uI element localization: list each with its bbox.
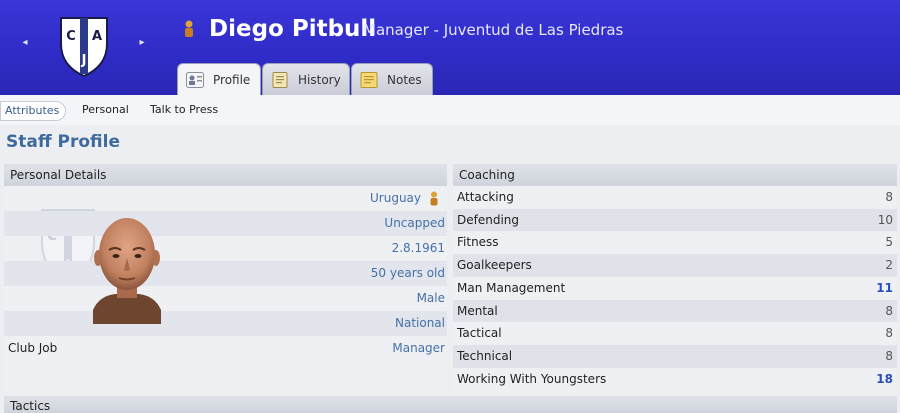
- tab-profile[interactable]: Profile: [177, 63, 261, 96]
- coaching-row: Defending 10: [453, 208, 897, 232]
- subnav-attributes[interactable]: Attributes: [0, 101, 67, 121]
- nationality-badge-icon: [430, 191, 438, 206]
- level-value: National: [394, 316, 445, 330]
- tab-notes[interactable]: Notes: [351, 63, 433, 95]
- coaching-row: Technical 8: [453, 344, 897, 368]
- coaching-attribute-label: Fitness: [457, 235, 499, 250]
- personal-details-header: Personal Details: [4, 164, 447, 186]
- club-job-row: Club Job Manager: [4, 336, 447, 361]
- notes-icon: [360, 71, 378, 88]
- coaching-attribute-value: 8: [885, 303, 893, 318]
- staff-face-avatar: [93, 218, 161, 324]
- coaching-panel: Coaching Attacking 8 Defending 10 Fitness 5 Go…: [453, 164, 897, 392]
- club-crest-icon: C A J: [60, 17, 108, 78]
- subnav-talk-to-press[interactable]: Talk to Press: [150, 101, 218, 119]
- nationality-value[interactable]: Uruguay: [370, 186, 421, 211]
- coaching-attribute-value: 18: [876, 371, 893, 386]
- gender-row: Male: [4, 286, 447, 311]
- tactics-header: Tactics: [4, 396, 897, 413]
- coaching-attribute-value: 2: [885, 258, 893, 273]
- coaching-row: Working With Youngsters 18: [453, 368, 897, 391]
- level-row: National: [4, 311, 447, 336]
- coaching-attribute-label: Man Management: [457, 280, 566, 295]
- caps-value: Uncapped: [384, 216, 445, 230]
- dob-value: 2.8.1961: [391, 241, 445, 255]
- club-job-label: Club Job: [8, 341, 58, 355]
- coaching-attribute-label: Technical: [457, 348, 513, 363]
- personal-details-panel: Personal Details C J Uruguay Uncapped 2.…: [4, 164, 447, 392]
- caps-row: Uncapped: [4, 211, 447, 236]
- dob-row: 2.8.1961: [4, 236, 447, 261]
- previous-arrow-icon[interactable]: ◂: [20, 38, 30, 48]
- subnav-bar: Attributes Personal Talk to Press: [0, 95, 900, 125]
- coaching-attribute-value: 8: [885, 348, 893, 363]
- coaching-attribute-label: Mental: [457, 303, 498, 318]
- profile-header: ◂ C A J ▸ Diego Pitbull Manager - Juvent…: [0, 0, 900, 96]
- coaching-attribute-value: 5: [885, 235, 893, 250]
- tab-notes-label: Notes: [387, 72, 422, 87]
- coaching-attribute-value: 10: [877, 212, 893, 227]
- coaching-row: Tactical 8: [453, 322, 897, 345]
- history-icon: [272, 71, 288, 88]
- coaching-header: Coaching: [453, 164, 897, 186]
- coaching-row: Man Management 11: [453, 277, 897, 300]
- age-value: 50 years old: [370, 266, 445, 280]
- coaching-attribute-label: Defending: [457, 212, 520, 227]
- club-job-value[interactable]: Manager: [392, 336, 445, 361]
- svg-text:C: C: [66, 29, 76, 44]
- tab-profile-label: Profile: [213, 73, 251, 87]
- coaching-attribute-label: Attacking: [457, 190, 514, 204]
- coaching-attribute-label: Tactical: [457, 326, 502, 341]
- coaching-row: Fitness 5: [453, 231, 897, 254]
- tab-history[interactable]: History: [262, 63, 350, 95]
- nationality-row: Uruguay: [4, 186, 447, 211]
- coaching-row: Mental 8: [453, 299, 897, 323]
- age-row: 50 years old: [4, 261, 447, 286]
- subnav-personal[interactable]: Personal: [82, 101, 129, 119]
- staff-name: Diego Pitbull: [209, 16, 377, 42]
- coaching-row: Attacking 8: [453, 186, 897, 209]
- coaching-attribute-value: 11: [876, 280, 893, 295]
- page-title: Staff Profile: [6, 132, 121, 152]
- svg-text:A: A: [92, 29, 102, 44]
- coaching-row: Goalkeepers 2: [453, 254, 897, 277]
- gender-value: Male: [416, 291, 445, 305]
- coaching-attribute-value: 8: [885, 326, 893, 341]
- coaching-attribute-value: 8: [885, 190, 893, 204]
- tab-history-label: History: [298, 72, 341, 87]
- coaching-attribute-label: Working With Youngsters: [457, 371, 607, 386]
- profile-icon: [186, 72, 204, 88]
- staff-role: Manager - Juventud de Las Piedras: [363, 21, 624, 39]
- manager-badge-icon: [185, 20, 193, 37]
- coaching-attribute-label: Goalkeepers: [457, 258, 532, 273]
- next-arrow-icon[interactable]: ▸: [137, 38, 147, 48]
- svg-text:J: J: [81, 53, 87, 68]
